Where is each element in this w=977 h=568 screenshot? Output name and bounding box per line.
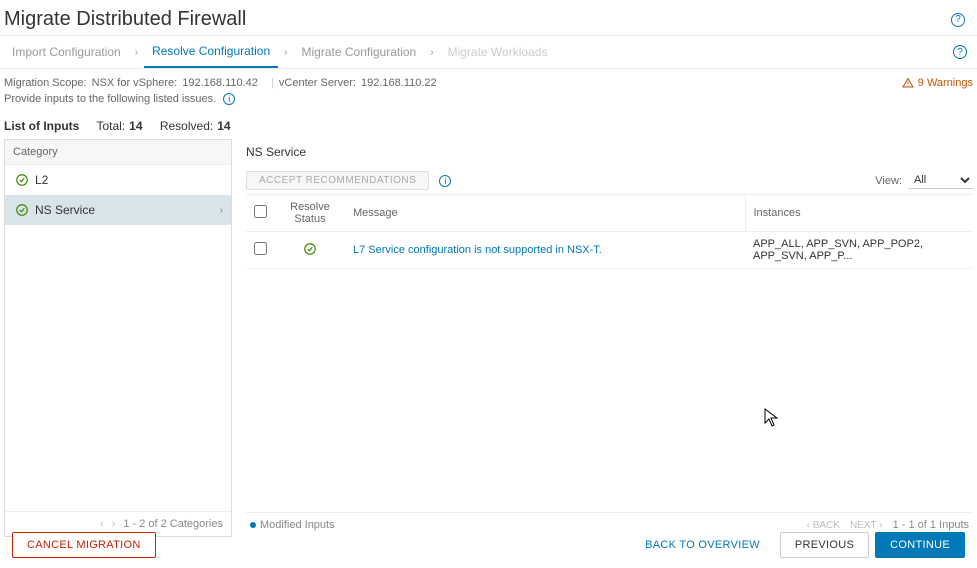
chevron-right-icon: › xyxy=(424,47,439,58)
category-header: Category xyxy=(5,140,231,165)
row-checkbox[interactable] xyxy=(254,242,267,255)
scope-bar: Migration Scope: NSX for vSphere: 192.16… xyxy=(0,69,977,93)
chevron-right-icon: › xyxy=(278,47,293,58)
select-all-checkbox[interactable] xyxy=(254,205,267,218)
resolved-value: 14 xyxy=(217,119,230,133)
check-circle-icon xyxy=(15,203,29,217)
category-panel: Category L2 NS Service › ‹ › 1 - 2 of 2 … xyxy=(4,139,232,537)
col-message: Message xyxy=(345,195,745,232)
scope-product-ip: 192.168.110.42 xyxy=(182,77,258,89)
col-resolve-status: Resolve Status xyxy=(275,195,345,232)
view-label: View: xyxy=(875,175,902,187)
back-to-overview-button[interactable]: BACK TO OVERVIEW xyxy=(631,533,774,557)
check-circle-icon xyxy=(15,173,29,187)
resolved-label: Resolved: xyxy=(160,119,213,133)
chevron-right-icon: › xyxy=(129,47,144,58)
warnings-badge[interactable]: 9 Warnings xyxy=(902,77,973,89)
list-of-inputs-label: List of Inputs xyxy=(4,119,79,133)
detail-panel: NS Service ACCEPT RECOMMENDATIONS i View… xyxy=(246,139,973,537)
inputs-table: Resolve Status Message Instances L7 Serv… xyxy=(246,195,973,269)
provide-inputs-text: Provide inputs to the following listed i… xyxy=(4,93,216,105)
total-label: Total: xyxy=(96,119,125,133)
step-resolve-configuration[interactable]: Resolve Configuration xyxy=(144,36,278,68)
warnings-count: 9 Warnings xyxy=(918,77,973,89)
info-icon[interactable]: i xyxy=(439,175,451,187)
category-label: NS Service xyxy=(35,203,95,217)
col-instances: Instances xyxy=(745,195,973,232)
summary-bar: List of Inputs Total: 14 Resolved: 14 xyxy=(0,113,977,139)
check-circle-icon xyxy=(303,242,317,256)
help-icon[interactable]: ? xyxy=(953,45,967,59)
help-icon[interactable]: ? xyxy=(951,13,965,27)
row-message[interactable]: L7 Service configuration is not supporte… xyxy=(353,244,602,256)
detail-title: NS Service xyxy=(246,139,973,171)
step-import-configuration[interactable]: Import Configuration xyxy=(4,37,129,67)
category-item-ns-service[interactable]: NS Service › xyxy=(5,195,231,225)
total-value: 14 xyxy=(129,119,142,133)
wizard-steps: Import Configuration › Resolve Configura… xyxy=(0,36,977,69)
scope-vcenter-label: vCenter Server: xyxy=(279,77,356,89)
category-item-l2[interactable]: L2 xyxy=(5,165,231,195)
scope-label: Migration Scope: xyxy=(4,77,87,89)
page-title: Migrate Distributed Firewall xyxy=(4,8,246,31)
category-label: L2 xyxy=(35,173,48,187)
divider: | xyxy=(271,77,274,89)
previous-button[interactable]: PREVIOUS xyxy=(780,532,869,558)
cancel-migration-button[interactable]: CANCEL MIGRATION xyxy=(12,532,156,558)
warning-icon xyxy=(902,77,914,89)
step-migrate-configuration[interactable]: Migrate Configuration xyxy=(294,37,425,67)
step-migrate-workloads: Migrate Workloads xyxy=(440,37,556,67)
chevron-right-icon: › xyxy=(220,205,223,216)
scope-vcenter-ip: 192.168.110.22 xyxy=(361,77,437,89)
info-icon[interactable]: i xyxy=(223,93,235,105)
view-select[interactable]: All xyxy=(908,172,973,189)
row-instances: APP_ALL, APP_SVN, APP_POP2, APP_SVN, APP… xyxy=(745,232,973,269)
continue-button[interactable]: CONTINUE xyxy=(875,532,965,558)
scope-product-label: NSX for vSphere: xyxy=(92,77,178,89)
table-row[interactable]: L7 Service configuration is not supporte… xyxy=(246,232,973,269)
bottom-bar: CANCEL MIGRATION BACK TO OVERVIEW PREVIO… xyxy=(0,522,977,568)
accept-recommendations-button[interactable]: ACCEPT RECOMMENDATIONS xyxy=(246,171,429,190)
